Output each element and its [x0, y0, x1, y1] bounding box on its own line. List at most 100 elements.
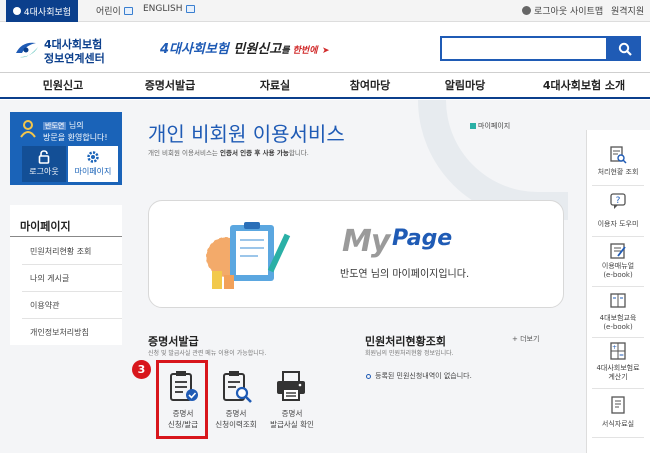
certificate-history-icon[interactable] [218, 368, 254, 404]
site-logo-icon[interactable] [14, 39, 40, 61]
quick-item-status[interactable]: 처리현황 조회 [586, 168, 650, 177]
q-label1: 서식자료실 [601, 420, 635, 428]
logout-link[interactable]: 로그아웃 [522, 4, 567, 17]
banner-main: 4대사회보험 [160, 42, 229, 57]
divider [592, 236, 644, 237]
name-suffix: 님의 [66, 121, 84, 130]
banner-end: 한번에 [292, 46, 318, 56]
q-label2: (e-book) [603, 323, 633, 331]
search-icon [618, 42, 632, 56]
empty-text: 등록된 민원신청내역이 없습니다. [375, 372, 472, 380]
nav-item-notice[interactable]: 알림마당 [430, 73, 500, 98]
left-menu-item[interactable]: 나의 게시글 [30, 273, 69, 284]
left-menu-item[interactable]: 민원처리현황 조회 [30, 246, 91, 257]
step-badge: 3 [132, 360, 151, 379]
left-menu-title: 마이페이지 [20, 220, 71, 233]
svg-text:=: = [619, 352, 624, 359]
search-input[interactable] [440, 36, 608, 61]
tab-label: 4대사회보험 [23, 7, 72, 18]
nav-item-complaint[interactable]: 민원신고 [28, 73, 98, 98]
quick-item-education[interactable]: 4대보험교육 (e-book) [586, 314, 650, 332]
banner-small: 를 [281, 46, 293, 56]
form-document-icon [611, 396, 625, 414]
tab-4-insurance[interactable]: 4대사회보험 [6, 0, 78, 22]
status-empty-message: 등록된 민원신청내역이 없습니다. [366, 371, 472, 381]
bullet-icon [366, 373, 371, 379]
left-menu-item[interactable]: 개인정보처리방침 [30, 327, 89, 338]
logout-button[interactable]: 로그아웃 [22, 146, 66, 182]
label-line1: 증명서 [281, 409, 303, 418]
subtitle-post: 합니다. [288, 149, 309, 157]
svg-text:+: + [612, 344, 617, 351]
divider [22, 291, 122, 292]
quick-item-helper[interactable]: 이용자 도우미 [586, 220, 650, 229]
calculator-icon: + = [610, 342, 626, 360]
status-section-title: 민원처리현황조회 [365, 335, 446, 348]
divider [592, 388, 644, 389]
nav-item-participation[interactable]: 참여마당 [335, 73, 405, 98]
divider [592, 437, 644, 438]
banner-mid: 민원신고 [228, 42, 282, 57]
left-menu-item[interactable]: 이용약관 [30, 300, 59, 311]
logo-subtitle[interactable]: 정보연계센터 [44, 50, 105, 66]
highlight-box [156, 360, 208, 439]
user-name: 반도연 [43, 122, 67, 130]
divider [592, 286, 644, 287]
mypage-button[interactable]: 마이페이지 [68, 146, 118, 182]
page-subtitle: 개인 비회원 이용서비스는 인증서 인증 후 사용 가능합니다. [148, 147, 309, 157]
new-window-icon [185, 5, 195, 13]
link-children[interactable]: 어린이 [96, 4, 133, 17]
mypage-illustration-icon [205, 222, 291, 289]
link-label: 로그아웃 [534, 7, 568, 17]
divider [22, 318, 122, 319]
subtitle-bold: 인증서 인증 후 사용 가능 [219, 149, 289, 157]
more-link[interactable]: + 더보기 [512, 334, 539, 344]
q-label1: 이용자 도우미 [597, 220, 639, 228]
top-utility-bar: 4대사회보험 어린이 ENGLISH 로그아웃 사이트맵 원격지원 [0, 0, 650, 22]
label-line2: 발급사실 확인 [270, 420, 314, 429]
link-english[interactable]: ENGLISH [143, 4, 195, 14]
link-label: 사이트맵 [570, 7, 604, 17]
q-label1: 이용매뉴얼 [601, 262, 635, 270]
main-nav: 민원신고 증명서발급 자료실 참여마당 알림마당 4대사회보험 소개 [0, 72, 650, 99]
person-icon [522, 6, 531, 15]
quick-item-forms[interactable]: 서식자료실 [586, 420, 650, 429]
cert-section-desc: 신청 및 발급사실 관련 메뉴 이용이 가능합니다. [148, 350, 267, 357]
nav-item-about[interactable]: 4대사회보험 소개 [528, 73, 640, 98]
mypage-label: 마이페이지 [74, 167, 112, 176]
card-message: 반도연 님의 마이페이지입니다. [340, 269, 470, 280]
login-box: 반도연 님의 방문을 환영합니다! 로그아웃 마이페이지 [10, 112, 122, 185]
search-button[interactable] [608, 36, 641, 61]
link-label: ENGLISH [143, 4, 183, 14]
status-section-desc: 회원님의 민원처리현황 정보입니다. [365, 350, 454, 357]
breadcrumb-label: 마이페이지 [478, 122, 511, 130]
label-line2: 신청이력조회 [215, 420, 257, 429]
sitemap-link[interactable]: 사이트맵 [570, 4, 603, 17]
cert-section-title: 증명서발급 [148, 335, 199, 348]
manual-book-icon [610, 243, 626, 259]
subtitle-pre: 개인 비회원 이용서비스는 [148, 149, 220, 157]
label-line1: 증명서 [225, 409, 247, 418]
link-label: 원격지원 [611, 7, 645, 17]
quick-item-calculator[interactable]: 4대사회보험료 계산기 [586, 364, 650, 382]
divider [10, 236, 122, 237]
quick-item-manual[interactable]: 이용매뉴얼 (e-book) [586, 262, 650, 280]
printer-icon[interactable] [273, 368, 309, 404]
nav-item-library[interactable]: 자료실 [240, 73, 310, 98]
remote-support-link[interactable]: 원격지원 [611, 4, 644, 17]
gear-icon [87, 151, 99, 163]
page-title: 개인 비회원 이용서비스 [148, 122, 345, 146]
cert-item-label[interactable]: 증명서 신청이력조회 [208, 408, 264, 430]
divider [592, 185, 644, 186]
nav-item-certificate[interactable]: 증명서발급 [130, 73, 210, 98]
q-label2: (e-book) [603, 271, 633, 279]
help-icon: ? [610, 193, 626, 209]
cert-item-label[interactable]: 증명서 발급사실 확인 [262, 408, 322, 430]
logo-small-icon [12, 7, 21, 15]
q-label2: 계산기 [608, 373, 628, 381]
q-label1: 4대사회보험료 [596, 364, 640, 372]
square-icon [470, 123, 476, 129]
divider [592, 337, 644, 338]
arrow-icon: ➤ [322, 46, 330, 56]
logout-label: 로그아웃 [29, 167, 59, 176]
